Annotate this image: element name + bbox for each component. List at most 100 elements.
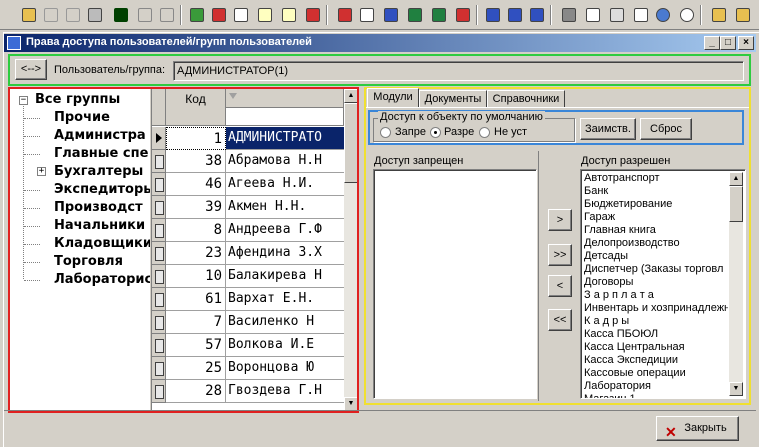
cell-code[interactable]: 7 — [166, 311, 226, 334]
list-item[interactable]: Делопроизводство — [584, 237, 728, 250]
tree-item[interactable]: Кладовщики — [54, 236, 150, 251]
maximize-button[interactable]: □ — [720, 36, 736, 50]
radio-unset-label[interactable]: Не уст — [494, 126, 527, 138]
clock-icon[interactable] — [676, 4, 698, 26]
radio-deny[interactable] — [380, 127, 391, 138]
radio-deny-label[interactable]: Запре — [395, 126, 426, 138]
inherit-button[interactable]: Заимств. — [580, 118, 636, 140]
back-icon[interactable] — [134, 4, 156, 26]
switch-user-button[interactable]: <--> — [15, 59, 47, 80]
cell-name[interactable]: Воронцова Ю — [226, 357, 344, 380]
list-item[interactable]: Детсады — [584, 250, 728, 263]
cell-code[interactable]: 28 — [166, 380, 226, 403]
document-icon[interactable] — [254, 4, 276, 26]
tree-item[interactable]: Лабораторис — [54, 272, 150, 287]
tree-item[interactable]: Главные спе — [54, 146, 148, 161]
cell-name[interactable]: Гвоздева Г.Н — [226, 380, 344, 403]
tree-item[interactable]: Администра — [54, 128, 146, 143]
close-window-button[interactable]: × — [738, 36, 754, 50]
column-header-code[interactable]: Код — [166, 89, 226, 126]
expand-icon[interactable]: + — [37, 167, 46, 176]
cell-code[interactable]: 1 — [166, 127, 226, 150]
tree-item[interactable]: Экспедиторы — [54, 182, 150, 197]
close-button[interactable]: ✕ Закрыть — [656, 416, 739, 441]
cell-name[interactable]: Балакирева Н — [226, 265, 344, 288]
globe-icon[interactable] — [652, 4, 674, 26]
cell-name[interactable]: Абрамова Н.Н — [226, 150, 344, 173]
allowed-scrollbar[interactable]: ▲ ▼ — [729, 172, 743, 396]
list-item[interactable]: Диспетчер (Заказы торговл — [584, 263, 728, 276]
grid-scrollbar[interactable]: ▲ ▼ — [344, 89, 357, 411]
table-row[interactable]: 7 Василенко Н — [152, 311, 344, 334]
filter-field[interactable] — [226, 107, 343, 125]
users-grid[interactable]: Код 1 АДМИНИСТРАТО 38 Абрамова Н.Н 46 Агеева … — [151, 89, 357, 411]
table-row[interactable]: 23 Афендина З.Х — [152, 242, 344, 265]
list-item[interactable]: З а р п л а т а — [584, 289, 728, 302]
table-row[interactable]: 38 Абрамова Н.Н — [152, 150, 344, 173]
pin-icon[interactable] — [208, 4, 230, 26]
cell-code[interactable]: 46 — [166, 173, 226, 196]
table-row[interactable]: 61 Вархат Е.Н. — [152, 288, 344, 311]
scroll-down-icon[interactable]: ▼ — [729, 382, 743, 396]
list-item[interactable]: Гараж — [584, 211, 728, 224]
cell-code[interactable]: 10 — [166, 265, 226, 288]
cell-code[interactable]: 57 — [166, 334, 226, 357]
radio-allow[interactable] — [430, 127, 441, 138]
table-row[interactable]: 39 Акмен Н.Н. — [152, 196, 344, 219]
list-item[interactable]: К а д р ы — [584, 315, 728, 328]
list-item[interactable]: Договоры — [584, 276, 728, 289]
move-all-right-button[interactable]: >> — [548, 244, 572, 266]
calculator-icon[interactable] — [606, 4, 628, 26]
tab-modules[interactable]: Модули — [367, 88, 419, 108]
window-titlebar[interactable]: Права доступа пользователей/групп пользо… — [4, 34, 756, 52]
cell-code[interactable]: 25 — [166, 357, 226, 380]
cell-name[interactable]: Афендина З.Х — [226, 242, 344, 265]
print-preview-icon[interactable] — [356, 4, 378, 26]
page-icon[interactable] — [582, 4, 604, 26]
cell-code[interactable]: 23 — [166, 242, 226, 265]
cell-code[interactable]: 61 — [166, 288, 226, 311]
move-left-button[interactable]: < — [548, 275, 572, 297]
table-row[interactable]: 1 АДМИНИСТРАТО — [152, 127, 344, 150]
cell-code[interactable]: 39 — [166, 196, 226, 219]
table-row[interactable]: 57 Волкова И.Е — [152, 334, 344, 357]
cell-name[interactable]: Андреева Г.Ф — [226, 219, 344, 242]
move-all-left-button[interactable]: << — [548, 309, 572, 331]
pdf-icon[interactable] — [452, 4, 474, 26]
collapse-icon[interactable]: − — [19, 96, 28, 105]
scroll-down-icon[interactable]: ▼ — [344, 397, 357, 411]
list-item[interactable]: Бюджетирование — [584, 198, 728, 211]
list-item[interactable]: Банк — [584, 185, 728, 198]
table-row[interactable]: 28 Гвоздева Г.Н — [152, 380, 344, 403]
reset-button[interactable]: Сброс — [640, 118, 692, 140]
tree-item[interactable]: Бухгалтеры — [54, 164, 143, 179]
radio-allow-label[interactable]: Разре — [444, 126, 474, 138]
cell-name[interactable]: Агеева Н.И. — [226, 173, 344, 196]
excel-icon[interactable] — [404, 4, 426, 26]
delete-icon[interactable] — [302, 4, 324, 26]
tree-item[interactable]: Торговля — [54, 254, 123, 269]
table-row[interactable]: 8 Андреева Г.Ф — [152, 219, 344, 242]
move-right-button[interactable]: > — [548, 209, 572, 231]
group-tree[interactable]: − Все группы + Прочие Администра Главные… — [10, 89, 150, 411]
scroll-thumb[interactable] — [729, 186, 743, 222]
tree-icon[interactable] — [186, 4, 208, 26]
cell-name[interactable]: Вархат Е.Н. — [226, 288, 344, 311]
window-cascade-icon[interactable] — [482, 4, 504, 26]
list-item[interactable]: Касса ПБОЮЛ — [584, 328, 728, 341]
printer-icon[interactable] — [558, 4, 580, 26]
undo-icon[interactable] — [156, 4, 178, 26]
cell-name[interactable]: АДМИНИСТРАТО — [226, 127, 344, 150]
scroll-up-icon[interactable]: ▲ — [729, 172, 743, 186]
cut-icon[interactable] — [40, 4, 62, 26]
cell-name[interactable]: Акмен Н.Н. — [226, 196, 344, 219]
document-edit-icon[interactable] — [278, 4, 300, 26]
lock-icon[interactable] — [708, 4, 730, 26]
cell-name[interactable]: Волкова И.Е — [226, 334, 344, 357]
list-item[interactable]: Касса Центральная — [584, 341, 728, 354]
scroll-up-icon[interactable]: ▲ — [344, 89, 357, 103]
denied-list[interactable] — [373, 169, 537, 399]
cell-name[interactable]: Василенко Н — [226, 311, 344, 334]
list-item[interactable]: Кассовые операции — [584, 367, 728, 380]
column-header-name[interactable] — [226, 89, 344, 126]
